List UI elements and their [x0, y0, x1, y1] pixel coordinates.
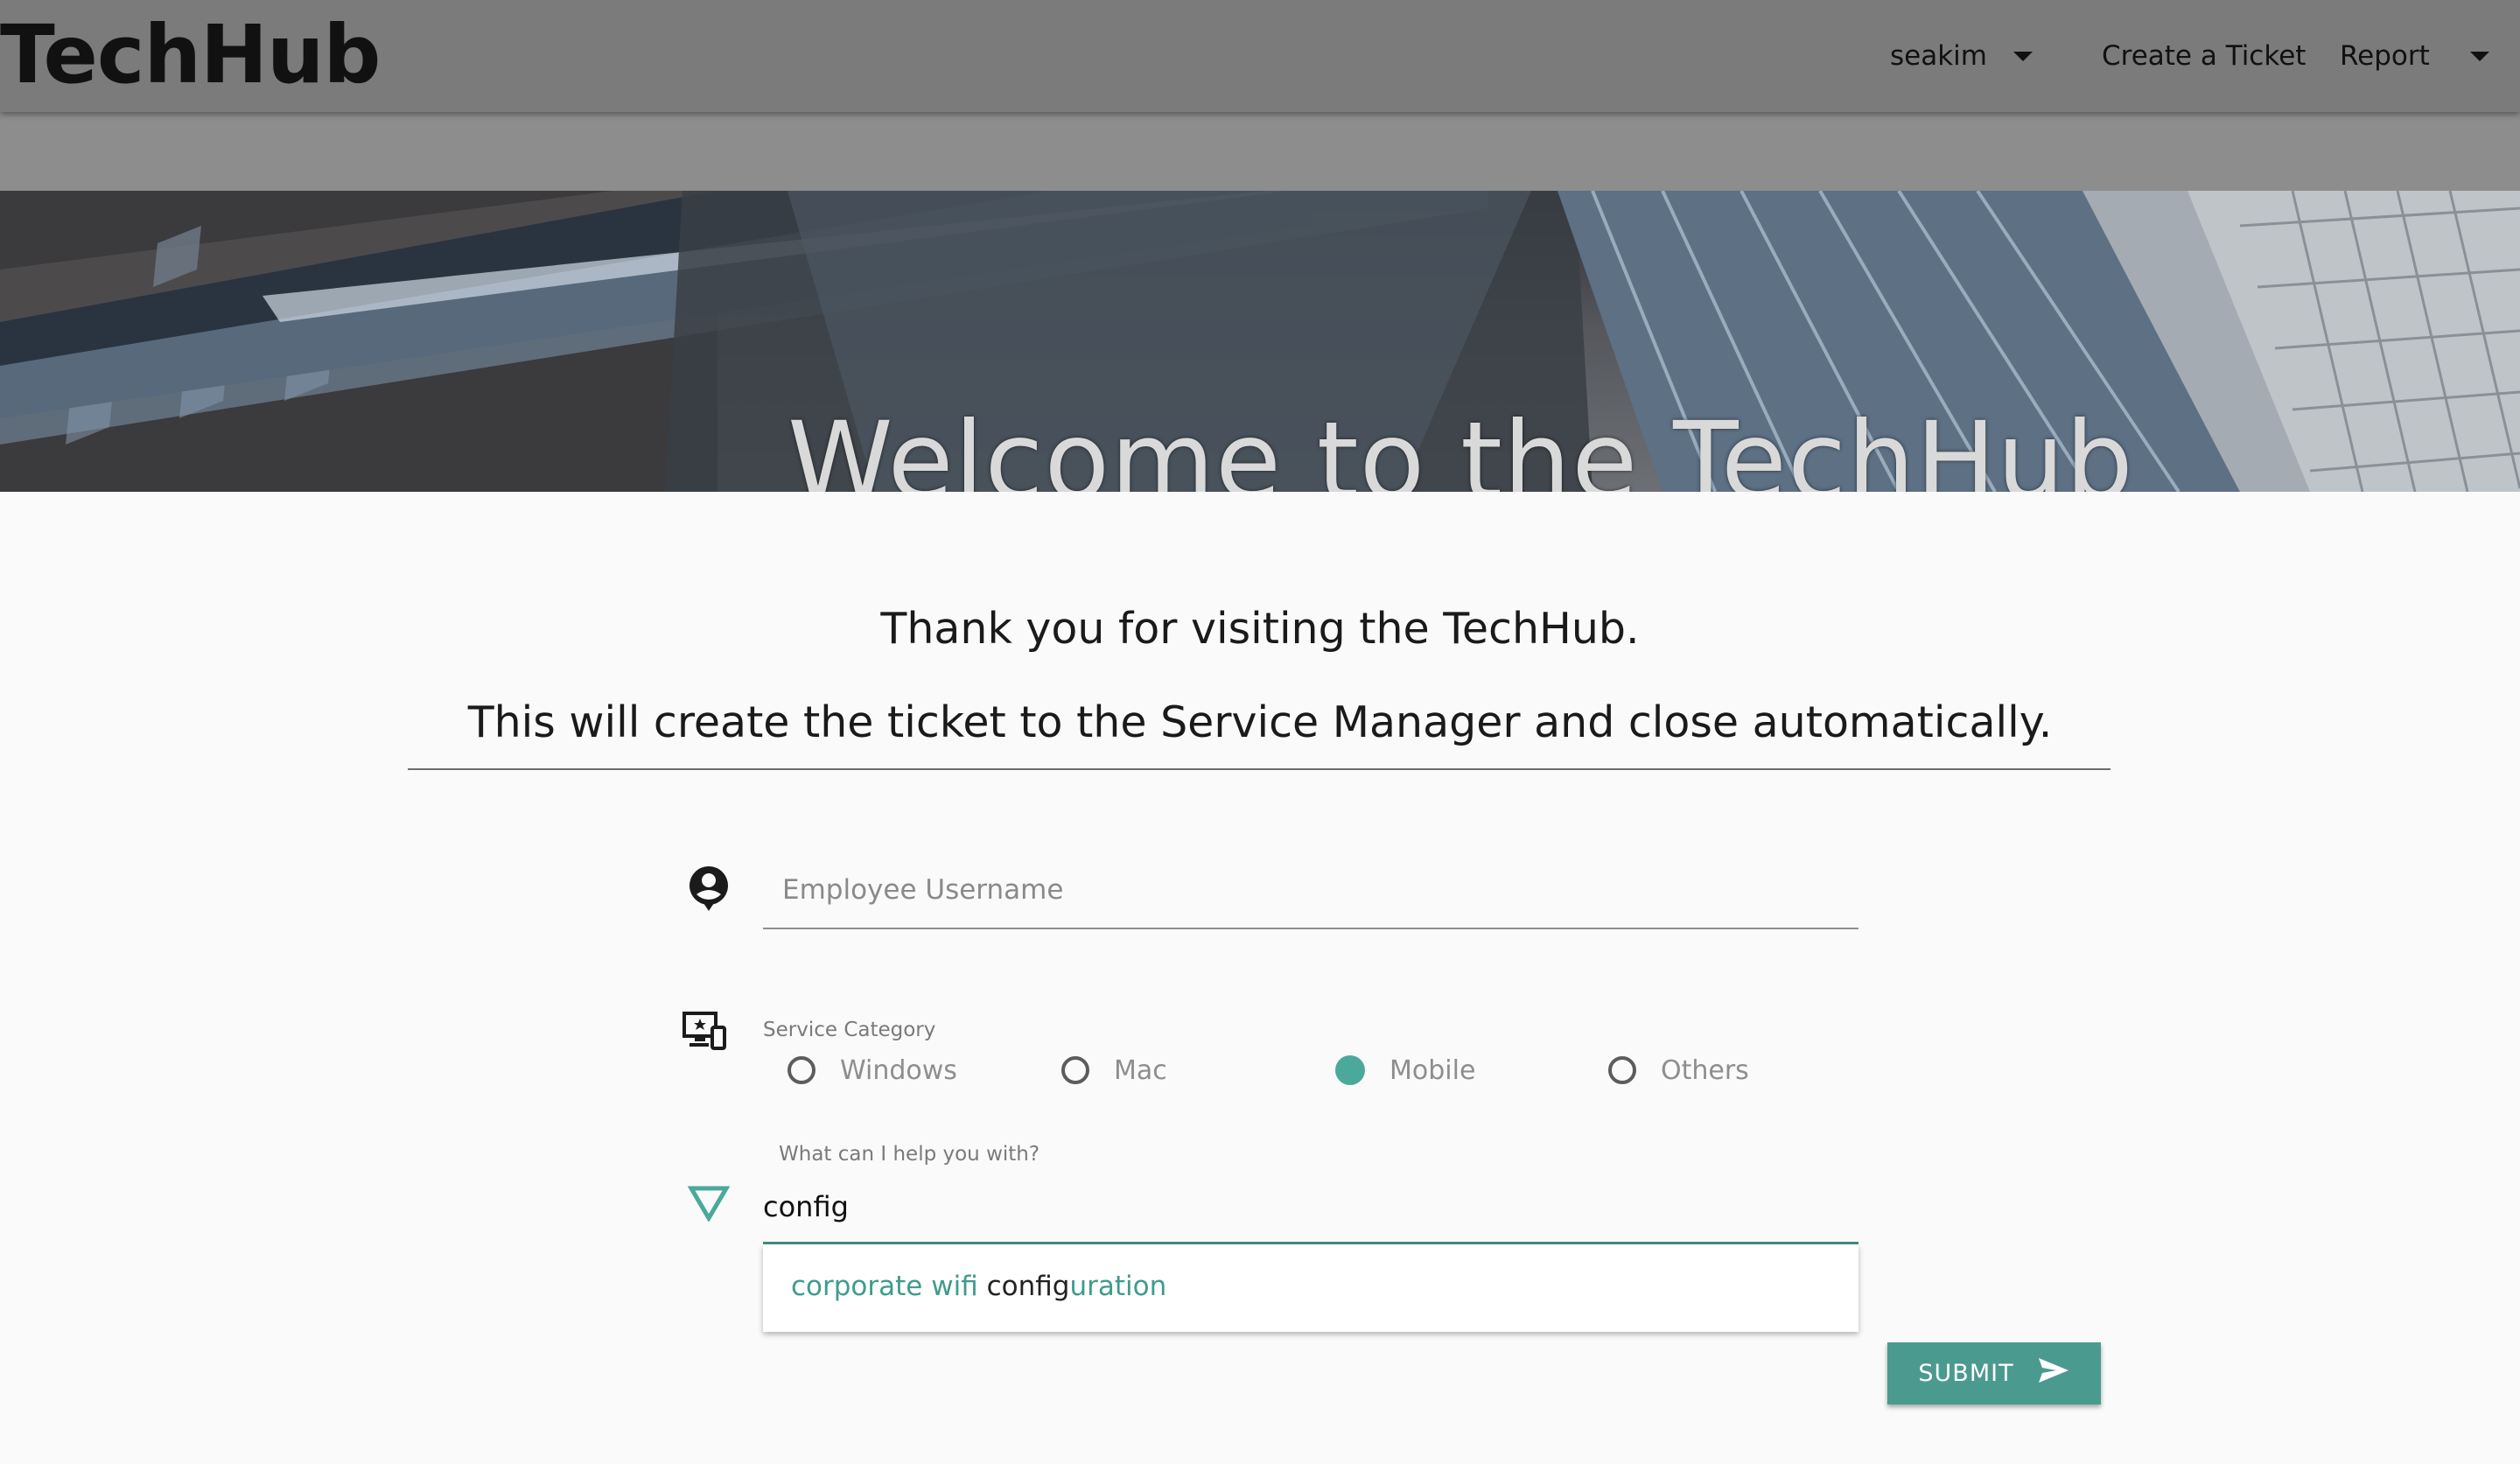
help-field[interactable]	[763, 1173, 1858, 1244]
send-icon	[2037, 1356, 2070, 1390]
service-category-label: Service Category	[763, 1019, 936, 1041]
radio-circle[interactable]	[1608, 1056, 1636, 1084]
brand-logo[interactable]: TechHub	[0, 7, 381, 103]
username-input[interactable]	[782, 868, 1832, 912]
suggestion-suffix: uration	[1069, 1271, 1167, 1302]
hero-banner: Welcome to the TechHub	[0, 191, 2520, 492]
radio-label[interactable]: Mac	[1114, 1055, 1167, 1086]
account-circle-icon	[688, 865, 730, 915]
secondary-bar	[0, 112, 2520, 191]
create-ticket-link[interactable]: Create a Ticket	[2102, 40, 2306, 72]
radio-label[interactable]: Windows	[840, 1055, 957, 1086]
caret-down-icon[interactable]	[2469, 51, 2489, 61]
radio-circle-selected[interactable]	[1335, 1055, 1365, 1085]
devices-icon	[682, 1012, 726, 1054]
section-divider	[408, 768, 2110, 770]
help-label: What can I help you with?	[779, 1143, 1040, 1166]
radio-others[interactable]: Others	[1608, 1052, 1749, 1089]
username-field[interactable]	[763, 849, 1858, 929]
submit-button[interactable]: SUBMIT	[1887, 1342, 2101, 1404]
caret-down-icon[interactable]	[2012, 51, 2033, 61]
autocomplete-option[interactable]: corporate wifi configuration	[791, 1271, 1166, 1302]
user-menu-label[interactable]: seakim	[1890, 40, 1987, 72]
radio-circle[interactable]	[788, 1056, 816, 1084]
radio-circle[interactable]	[1061, 1056, 1089, 1084]
user-menu[interactable]: seakim	[1890, 0, 2033, 112]
nav-create-ticket[interactable]: Create a Ticket	[2102, 0, 2306, 112]
triangle-down-outline-icon	[687, 1185, 731, 1225]
submit-label: SUBMIT	[1918, 1360, 2014, 1387]
autocomplete-dropdown[interactable]: corporate wifi configuration	[763, 1244, 1858, 1332]
intro-line-1: Thank you for visiting the TechHub.	[880, 604, 1640, 654]
hero-title: Welcome to the TechHub	[788, 399, 2134, 492]
radio-mobile[interactable]: Mobile	[1335, 1052, 1475, 1089]
top-navbar: TechHub seakim Create a Ticket Report	[0, 0, 2520, 112]
radio-label[interactable]: Mobile	[1390, 1055, 1475, 1086]
suggestion-match: config	[986, 1271, 1070, 1302]
report-menu[interactable]: Report	[2340, 0, 2489, 112]
radio-label[interactable]: Others	[1661, 1055, 1749, 1086]
report-menu-label[interactable]: Report	[2340, 40, 2430, 72]
radio-mac[interactable]: Mac	[1061, 1052, 1167, 1089]
suggestion-prefix: corporate wifi	[791, 1271, 987, 1302]
help-input[interactable]	[763, 1185, 1813, 1229]
radio-windows[interactable]: Windows	[788, 1052, 957, 1089]
intro-line-2: This will create the ticket to the Servi…	[467, 697, 2053, 747]
